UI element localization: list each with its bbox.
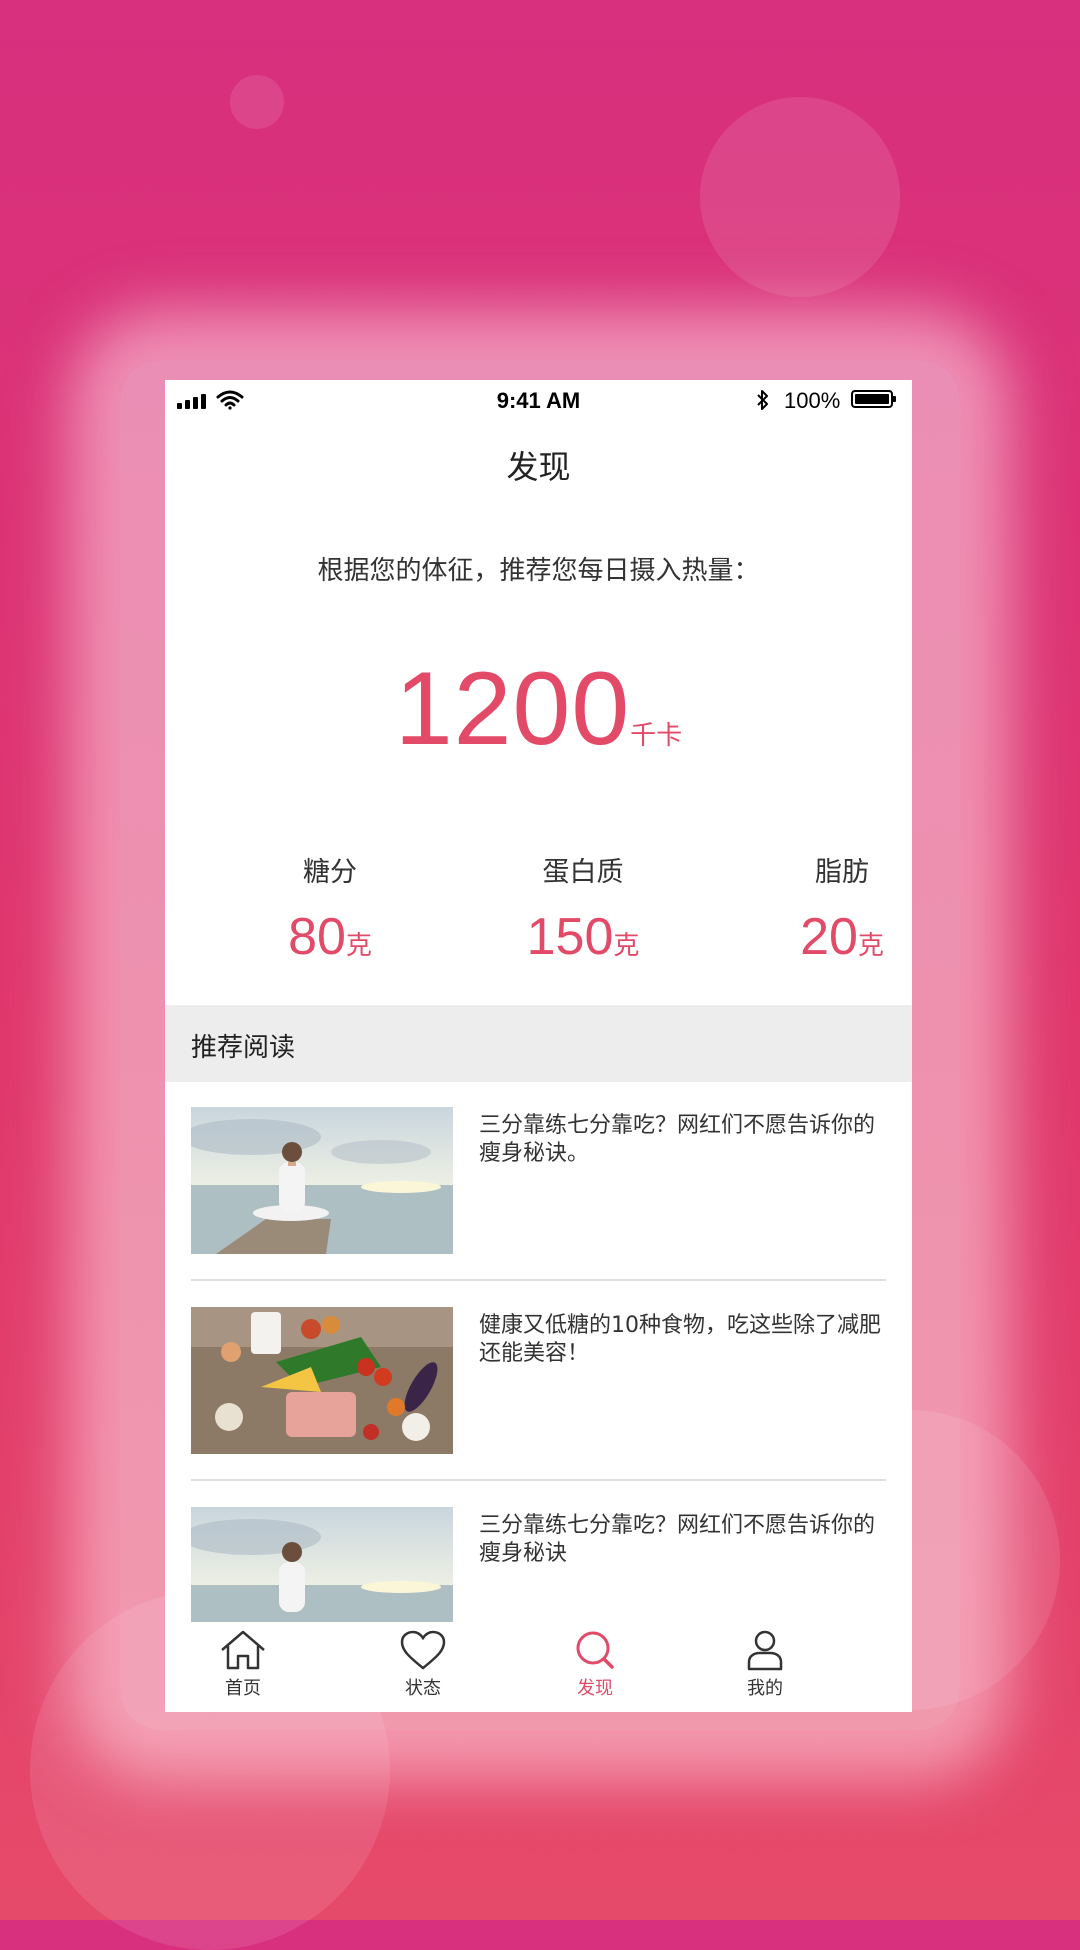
tab-label: 首页 <box>225 1678 261 1699</box>
nutrient-value: 80克 <box>220 907 440 967</box>
heart-icon <box>400 1630 446 1670</box>
nutrient-label: 脂肪 <box>815 857 869 888</box>
nutrient-number: 20 <box>800 908 858 966</box>
battery-icon <box>851 390 896 408</box>
tab-home[interactable]: 首页 <box>183 1622 303 1712</box>
home-icon <box>221 1630 265 1670</box>
nutrient-value: 20克 <box>732 907 912 967</box>
bluetooth-icon <box>757 390 768 410</box>
calorie-unit: 千卡 <box>630 721 683 751</box>
calorie-number: 1200 <box>394 651 631 767</box>
nutrient-protein: 蛋白质 150克 <box>473 850 693 967</box>
user-icon <box>747 1630 783 1671</box>
battery-percentage: 100% <box>784 388 841 413</box>
background-bokeh <box>700 97 900 297</box>
nutrient-unit: 克 <box>345 931 372 961</box>
status-bar: 9:41 AM 100% <box>165 380 912 420</box>
section-title: 推荐阅读 <box>191 1033 296 1063</box>
tab-status[interactable]: 状态 <box>363 1622 483 1712</box>
page-title: 发现 <box>506 448 571 486</box>
recommended-reading-header: 推荐阅读 <box>165 1005 912 1082</box>
article-thumbnail <box>191 1307 453 1454</box>
nutrient-unit: 克 <box>857 931 884 961</box>
divider <box>191 1479 886 1481</box>
article-title: 三分靠练七分靠吃？网红们不愿告诉你的瘦身秘诀。 <box>479 1113 876 1166</box>
nutrient-value: 150克 <box>473 907 693 967</box>
nutrient-unit: 克 <box>613 931 640 961</box>
article-item[interactable]: 健康又低糖的10种食物，吃这些除了减肥还能美容！ <box>191 1282 886 1481</box>
calorie-intro-text: 根据您的体征，推荐您每日摄入热量： <box>317 556 760 586</box>
nutrient-number: 80 <box>288 908 346 966</box>
tab-profile[interactable]: 我的 <box>705 1622 825 1712</box>
nutrient-number: 150 <box>526 908 614 966</box>
nutrient-sugar: 糖分 80克 <box>220 850 440 967</box>
daily-calorie-value: 1200千卡 <box>165 650 912 769</box>
phone-screen: 9:41 AM 100% 发现 根据您的体征，推荐您每日摄入热量： 1200千卡… <box>165 380 912 1712</box>
tab-discover[interactable]: 发现 <box>535 1622 655 1712</box>
article-title: 健康又低糖的10种食物，吃这些除了减肥还能美容！ <box>479 1313 881 1366</box>
background-bokeh <box>230 75 284 129</box>
article-item[interactable]: 三分靠练七分靠吃？网红们不愿告诉你的瘦身秘诀。 <box>191 1082 886 1281</box>
divider <box>191 1279 886 1281</box>
nutrient-label: 蛋白质 <box>542 857 624 888</box>
nutrient-label: 糖分 <box>303 857 357 888</box>
article-thumbnail <box>191 1107 453 1254</box>
tab-bar: 首页 状态 发现 我的 <box>165 1622 912 1712</box>
tab-label: 发现 <box>577 1678 613 1699</box>
nutrient-fat: 脂肪 20克 <box>732 850 912 967</box>
article-title: 三分靠练七分靠吃？网红们不愿告诉你的瘦身秘诀 <box>479 1513 876 1566</box>
search-icon <box>576 1631 614 1669</box>
tab-label: 我的 <box>747 1678 783 1699</box>
tab-label: 状态 <box>405 1678 441 1699</box>
